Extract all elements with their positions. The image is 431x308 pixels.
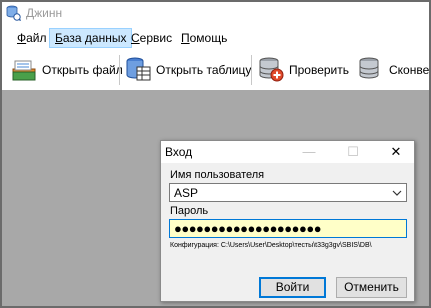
toolbar-separator: [119, 55, 120, 85]
username-label: Имя пользователя: [170, 169, 264, 181]
open-table-icon: [124, 55, 152, 86]
menu-help[interactable]: Помощь: [176, 28, 232, 48]
chevron-down-icon[interactable]: [391, 187, 403, 199]
menu-file[interactable]: Файл: [12, 28, 52, 48]
password-label: Пароль: [170, 205, 208, 217]
dialog-titlebar: Вход — ☐ ✕: [161, 141, 414, 163]
open-table-button[interactable]: Открыть таблицу: [124, 53, 251, 87]
cancel-button[interactable]: Отменить: [336, 277, 407, 298]
menu-database[interactable]: База данных: [49, 28, 133, 48]
window-titlebar: Джинн: [2, 2, 429, 24]
convert-database-icon: [357, 55, 385, 86]
main-window: Джинн Файл База данных Сервис Помощь Отк…: [0, 0, 431, 308]
menu-service[interactable]: Сервис: [126, 28, 177, 48]
menu-file-accel: Ф: [17, 31, 27, 45]
toolbar: Открыть файл Открыть таблицу Проверить С…: [2, 51, 429, 89]
open-file-icon: [10, 55, 38, 86]
config-label: Конфигурация:: [170, 242, 219, 249]
cancel-button-label: Отменить: [344, 280, 399, 294]
menu-help-rest: омощь: [189, 31, 228, 45]
login-button[interactable]: Войти: [259, 277, 326, 298]
username-combobox[interactable]: ASP: [169, 183, 407, 202]
check-database-button[interactable]: Проверить: [257, 53, 349, 87]
open-table-label: Открыть таблицу: [156, 63, 252, 77]
password-field[interactable]: ●●●●●●●●●●●●●●●●●●●●: [169, 219, 407, 238]
menu-bar: Файл База данных Сервис Помощь: [2, 28, 429, 48]
app-db-icon: [5, 5, 22, 22]
config-info: Конфигурация: C:\Users\User\Desktop\тесты…: [170, 242, 374, 249]
check-database-icon: [257, 55, 285, 86]
menu-file-rest: айл: [26, 31, 47, 45]
password-value: ●●●●●●●●●●●●●●●●●●●●: [174, 221, 322, 236]
open-file-button[interactable]: Открыть файл: [10, 53, 123, 87]
menu-service-accel: С: [131, 31, 140, 45]
dialog-title: Вход: [165, 145, 193, 159]
menu-help-accel: П: [181, 31, 190, 45]
open-file-label: Открыть файл: [42, 63, 123, 77]
convert-database-button[interactable]: Сконвер: [357, 53, 430, 87]
window-title: Джинн: [26, 6, 63, 20]
password-label-text: Пароль: [170, 205, 209, 217]
check-database-label: Проверить: [289, 63, 350, 77]
toolbar-separator: [251, 55, 252, 85]
menu-database-rest: аза данных: [62, 31, 127, 45]
login-button-label: Войти: [275, 280, 310, 294]
menu-service-rest: ервис: [139, 31, 173, 45]
minimize-icon: —: [302, 144, 316, 159]
username-label-text: Имя пользователя: [170, 169, 265, 181]
login-dialog: Вход — ☐ ✕ Имя пользователя ASP Пароль ●…: [160, 140, 415, 302]
convert-database-label: Сконвер: [389, 63, 430, 77]
menu-database-accel: Б: [55, 31, 63, 45]
maximize-icon: ☐: [347, 144, 359, 159]
username-value: ASP: [174, 186, 199, 200]
config-path: C:\Users\User\Desktop\тесты\t33g3gv\SBIS…: [220, 242, 372, 249]
close-icon[interactable]: ✕: [386, 143, 406, 161]
